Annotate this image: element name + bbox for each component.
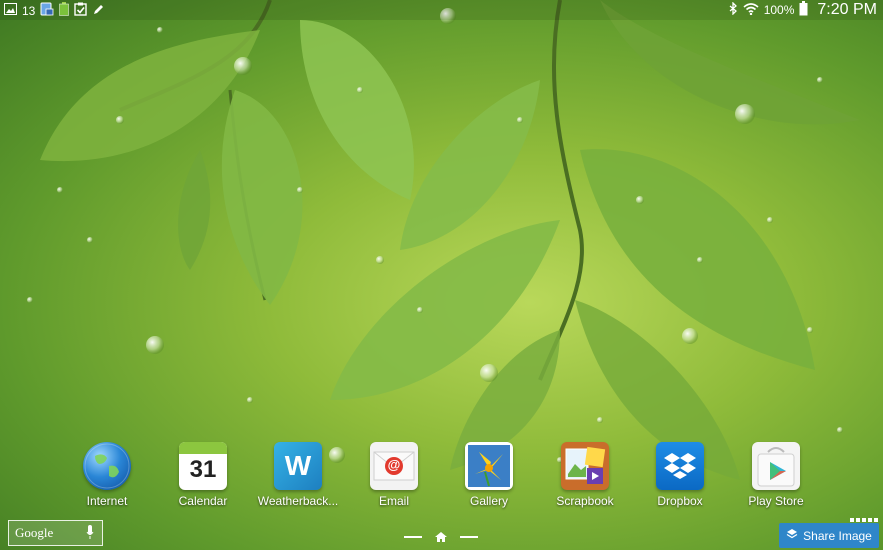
app-internet[interactable]: Internet [59,442,155,508]
app-label: Gallery [469,494,508,508]
google-search-label: Google [15,525,54,540]
app-dropbox[interactable]: Dropbox [632,442,728,508]
microphone-icon[interactable] [86,524,94,544]
layers-icon [786,528,798,543]
app-label: Play Store [748,494,804,508]
app-label: Dropbox [657,494,703,508]
battery-icon [799,1,808,19]
weatherbackground-icon: W [274,442,322,490]
calendar-day: 31 [189,456,217,483]
weatherbackground-letter: W [284,450,312,481]
wifi-icon [743,2,759,18]
notification-count: 13 [22,3,36,18]
status-bar-left: 13 [4,2,105,19]
screenshot-notification-icon [40,2,54,19]
page-indicator-left[interactable] [404,536,422,538]
app-scrapbook[interactable]: Scrapbook [537,442,633,508]
status-bar: 13 100% 7:20 PM [0,0,883,20]
app-email[interactable]: @ Email [346,442,442,508]
app-weatherbackground[interactable]: W Weatherback... [250,442,346,508]
clock: 7:20 PM [817,1,877,18]
app-label: Calendar [178,494,228,508]
battery-percent: 100% [763,3,795,17]
status-bar-right: 100% 7:20 PM [729,0,877,20]
app-label: Email [378,494,409,508]
battery-full-icon [59,2,70,19]
app-label: Scrapbook [556,494,614,508]
pencil-icon [92,3,105,19]
bluetooth-icon [729,1,738,18]
scrapbook-icon [561,442,609,490]
app-label: Internet [86,494,128,508]
app-label: Weatherback... [257,494,339,508]
home-page-icon[interactable] [435,530,447,548]
share-image-button[interactable]: Share Image [779,523,879,548]
app-calendar[interactable]: 31 Calendar [155,442,251,508]
dropbox-icon [656,442,704,490]
app-play-store[interactable]: Play Store [728,442,824,508]
app-gallery[interactable]: Gallery [441,442,537,508]
calendar-icon: 31 [179,442,227,490]
play-store-icon [752,442,800,490]
image-notification-icon [4,3,17,18]
email-at-symbol: @ [387,457,401,472]
google-search-bar[interactable]: Google [8,520,103,546]
clipboard-check-icon [74,2,88,19]
email-icon: @ [370,442,418,490]
gallery-flower-icon [465,442,513,490]
globe-icon [83,442,131,490]
share-image-label: Share Image [803,528,872,543]
page-indicator-right[interactable] [460,536,478,538]
